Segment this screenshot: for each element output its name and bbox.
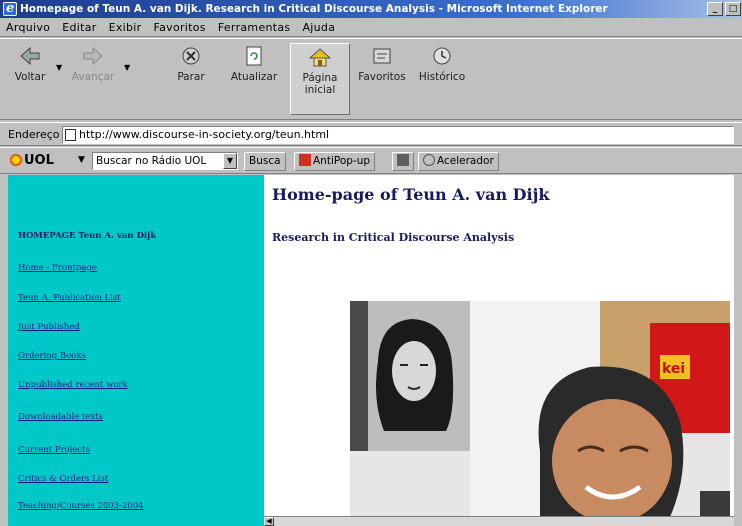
window-titlebar: Homepage of Teun A. van Dijk. Research i… <box>0 0 742 18</box>
portrait-collage-image: kei <box>350 301 730 517</box>
refresh-label: Atualizar <box>230 71 278 83</box>
uol-logo-icon <box>10 154 22 166</box>
sidebar-link-projects[interactable]: Current Projects <box>18 445 90 455</box>
menu-bar: Arquivo Editar Exibir Favoritos Ferramen… <box>0 18 742 37</box>
menu-favoritos[interactable]: Favoritos <box>153 21 205 34</box>
vertical-scrollbar[interactable] <box>734 175 742 526</box>
sidebar-link-publications[interactable]: Teun A. Publication List <box>18 293 121 303</box>
page-icon <box>65 129 76 141</box>
window-controls: _ □ <box>706 0 742 18</box>
forward-label: Avançar <box>71 71 115 83</box>
sidebar-link-critics[interactable]: Critics & Orders List <box>18 474 108 484</box>
ie-icon <box>3 0 17 18</box>
sidebar-link-ordering-books[interactable]: Ordering Books <box>18 351 86 361</box>
address-url: http://www.discourse-in-society.org/teun… <box>79 128 330 141</box>
uol-toolbar: UOL ▼ Buscar no Rádio UOL ▼ Busca AntiPo… <box>0 147 742 174</box>
horizontal-scrollbar[interactable]: ◀ <box>264 516 734 526</box>
home-label-line2: inicial <box>304 84 336 96</box>
lock-button[interactable] <box>392 152 414 171</box>
uol-search-button[interactable]: Busca <box>244 152 286 171</box>
refresh-icon <box>246 46 262 66</box>
uol-search-value: Buscar no Rádio UOL <box>96 155 207 167</box>
menu-editar[interactable]: Editar <box>62 21 96 34</box>
sidebar-link-downloadable[interactable]: Downloadable texts <box>18 412 103 422</box>
sidebar-link-teaching[interactable]: Teaching/Courses 2003-2004 <box>18 501 144 511</box>
antipopup-label: AntiPop-up <box>313 155 371 167</box>
uol-logo[interactable]: UOL <box>10 153 54 168</box>
accelerator-icon <box>423 154 435 166</box>
menu-arquivo[interactable]: Arquivo <box>6 21 50 34</box>
sidebar-link-unpublished[interactable]: Unpublished recent work <box>18 380 128 390</box>
address-label: Endereço <box>8 128 60 141</box>
menu-exibir[interactable]: Exibir <box>109 21 142 34</box>
uol-logo-text: UOL <box>24 153 54 168</box>
back-button[interactable]: Voltar <box>8 43 52 115</box>
minimize-button[interactable]: _ <box>707 2 723 16</box>
sidebar-link-home[interactable]: Home - Frontpage <box>18 263 97 273</box>
page-subtitle: Research in Critical Discourse Analysis <box>272 231 515 244</box>
sidebar-link-just-published[interactable]: Just Published <box>18 322 80 332</box>
main-content: Home-page of Teun A. van Dijk Research i… <box>264 175 742 526</box>
sidebar: HOMEPAGE Teun A. van Dijk Home - Frontpa… <box>8 175 264 526</box>
antipopup-icon <box>299 154 311 166</box>
back-arrow-icon <box>20 46 40 66</box>
address-bar: Endereço http://www.discourse-in-society… <box>0 122 742 146</box>
uol-search-button-label: Busca <box>249 155 281 167</box>
back-dropdown-icon[interactable]: ▼ <box>56 63 62 72</box>
chevron-down-icon: ▼ <box>223 153 237 169</box>
menu-ajuda[interactable]: Ajuda <box>302 21 335 34</box>
antipopup-button[interactable]: AntiPop-up <box>294 152 376 171</box>
maximize-button[interactable]: □ <box>725 2 741 16</box>
accelerator-button[interactable]: Acelerador <box>418 152 499 171</box>
stop-icon <box>182 47 200 65</box>
favorites-button[interactable]: Favoritos <box>354 43 410 115</box>
home-icon <box>308 48 332 67</box>
browser-viewport: HOMEPAGE Teun A. van Dijk Home - Frontpa… <box>8 175 742 526</box>
page-title: Home-page of Teun A. van Dijk <box>272 185 550 204</box>
favorites-icon <box>373 48 391 64</box>
favorites-label: Favoritos <box>358 71 406 83</box>
refresh-button[interactable]: Atualizar <box>226 43 282 115</box>
stop-label: Parar <box>177 71 205 83</box>
back-label: Voltar <box>14 71 46 83</box>
forward-button[interactable]: Avançar <box>66 43 120 115</box>
history-icon <box>433 47 451 65</box>
accelerator-label: Acelerador <box>437 155 494 167</box>
stop-button[interactable]: Parar <box>170 43 212 115</box>
uol-menu-dropdown-icon[interactable]: ▼ <box>78 155 85 165</box>
sidebar-heading: HOMEPAGE Teun A. van Dijk <box>18 231 157 241</box>
standard-toolbar: Voltar ▼ Avançar ▼ Parar Atualizar Págin… <box>0 38 742 120</box>
history-button[interactable]: Histórico <box>414 43 470 115</box>
lock-icon <box>397 154 409 166</box>
home-button[interactable]: Página inicial <box>290 43 350 115</box>
uol-search-select[interactable]: Buscar no Rádio UOL ▼ <box>92 152 238 170</box>
menu-ferramentas[interactable]: Ferramentas <box>218 21 291 34</box>
address-input[interactable]: http://www.discourse-in-society.org/teun… <box>62 126 734 144</box>
window-title: Homepage of Teun A. van Dijk. Research i… <box>20 3 608 15</box>
forward-dropdown-icon[interactable]: ▼ <box>124 63 130 72</box>
svg-text:kei: kei <box>662 361 685 377</box>
forward-arrow-icon <box>83 46 103 66</box>
home-label-line1: Página <box>302 72 338 84</box>
scroll-left-arrow-icon[interactable]: ◀ <box>264 517 274 526</box>
history-label: Histórico <box>418 71 466 83</box>
